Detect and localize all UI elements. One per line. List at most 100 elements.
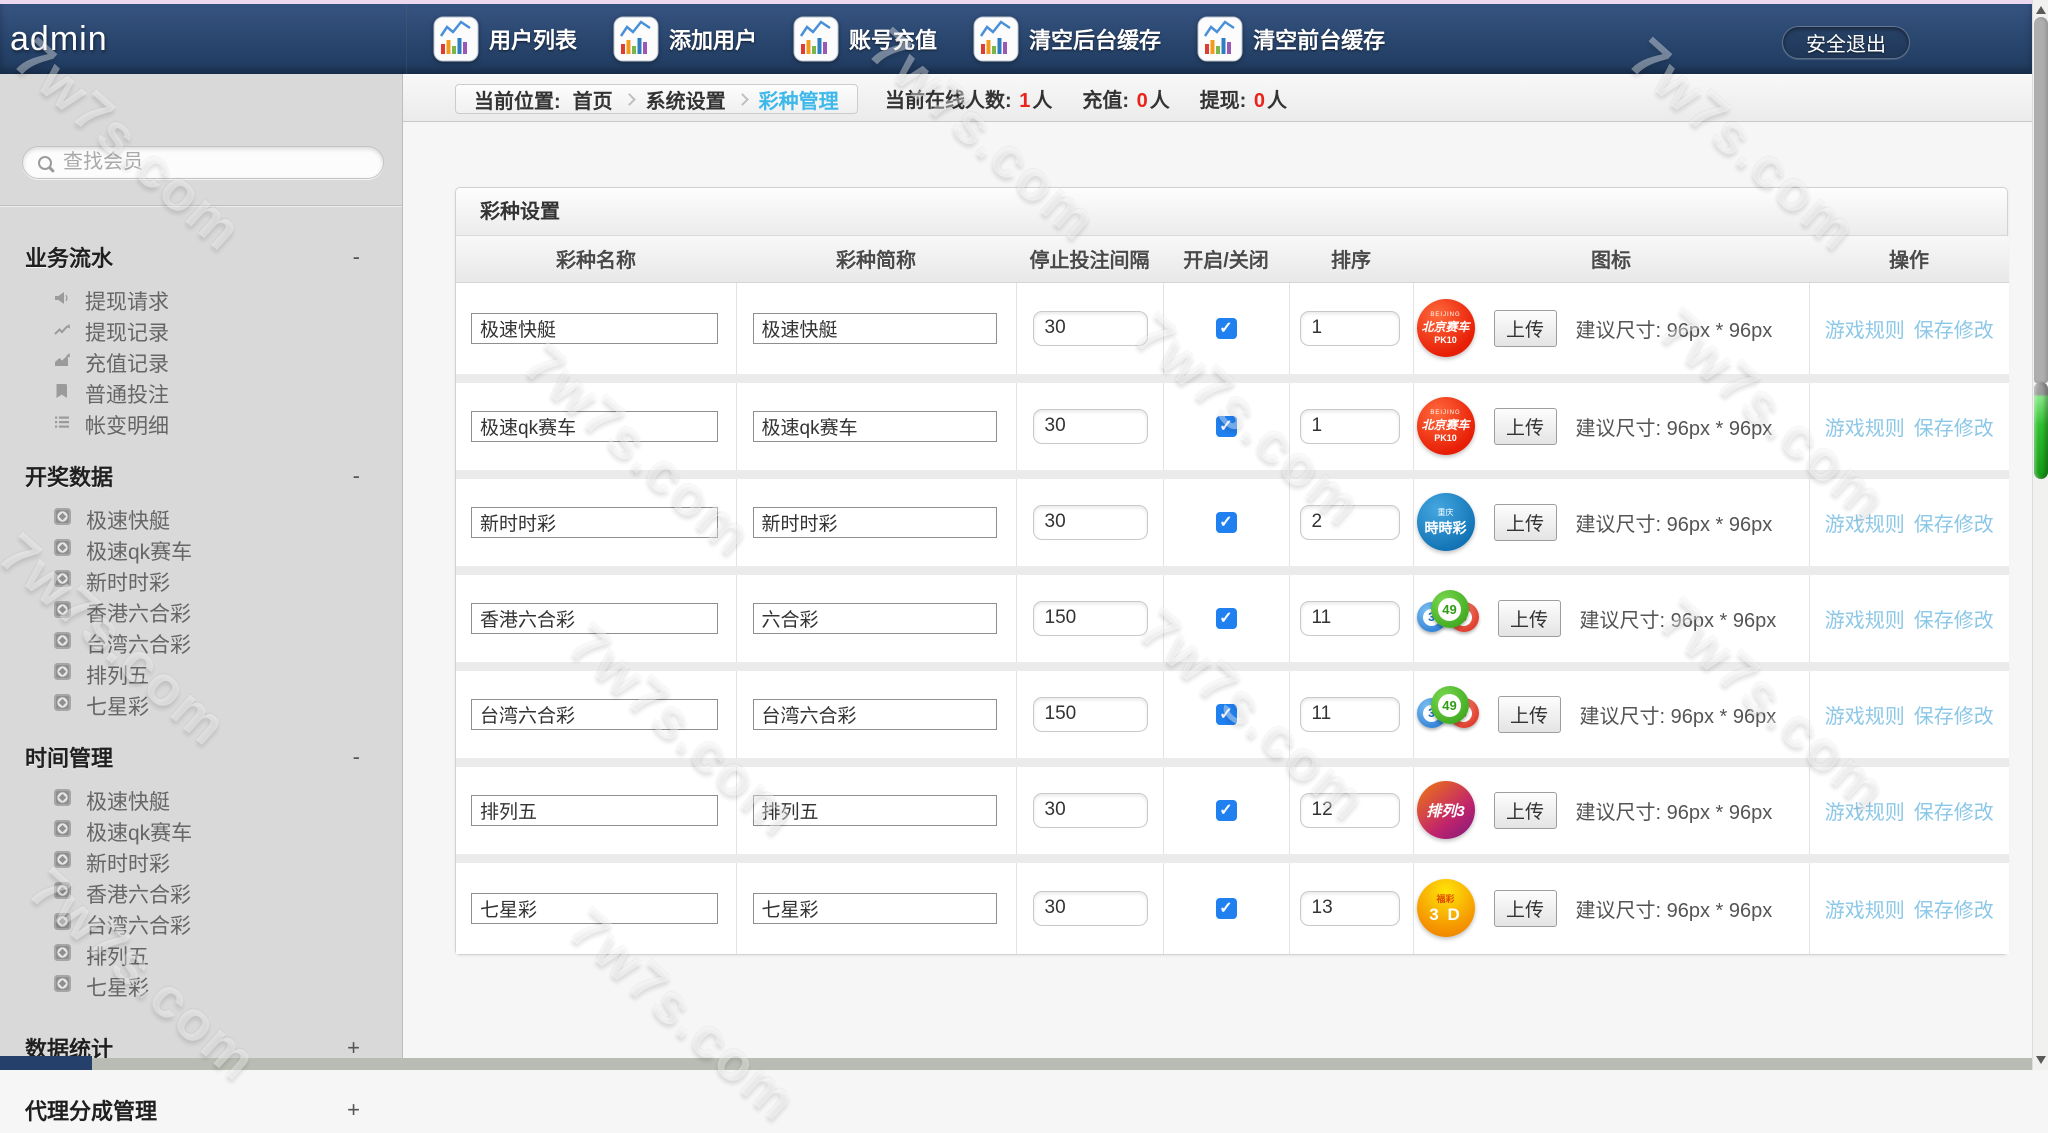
action-link[interactable]: 游戏规则 bbox=[1825, 508, 1905, 537]
action-link[interactable]: 保存修改 bbox=[1914, 796, 1994, 825]
enabled-checkbox[interactable]: ✓ bbox=[1215, 415, 1237, 437]
topnav-button[interactable]: 清空前台缓存 bbox=[1197, 16, 1385, 62]
enabled-checkbox[interactable]: ✓ bbox=[1215, 607, 1237, 629]
sidebar-item[interactable]: 新时时彩 bbox=[25, 847, 402, 878]
sidebar-item[interactable]: 提现请求 bbox=[25, 285, 402, 316]
page-scrollbar[interactable] bbox=[2032, 0, 2048, 1070]
lottery-shortname-input[interactable] bbox=[752, 410, 997, 442]
action-link[interactable]: 保存修改 bbox=[1914, 314, 1994, 343]
action-link[interactable]: 保存修改 bbox=[1914, 508, 1994, 537]
lottery-name-input[interactable] bbox=[471, 312, 718, 344]
enabled-checkbox[interactable]: ✓ bbox=[1215, 703, 1237, 725]
row-actions: 游戏规则 保存修改 bbox=[1810, 894, 2010, 923]
lottery-shortname-input[interactable] bbox=[752, 602, 997, 634]
sidebar-item[interactable]: 香港六合彩 bbox=[25, 597, 402, 628]
stop-interval-input[interactable] bbox=[1032, 310, 1148, 346]
sort-order-input[interactable] bbox=[1299, 600, 1400, 636]
sidebar-item-label: 普通投注 bbox=[85, 383, 169, 407]
upload-button[interactable]: 上传 bbox=[1493, 309, 1557, 347]
sidebar-item[interactable]: 极速快艇 bbox=[25, 785, 402, 816]
sidebar-item[interactable]: 七星彩 bbox=[25, 971, 402, 1002]
sidebar-item[interactable]: 新时时彩 bbox=[25, 566, 402, 597]
action-link[interactable]: 保存修改 bbox=[1914, 604, 1994, 633]
action-link[interactable]: 游戏规则 bbox=[1825, 412, 1905, 441]
upload-button[interactable]: 上传 bbox=[1493, 889, 1557, 927]
lottery-name-input[interactable] bbox=[471, 602, 718, 634]
sidebar-item[interactable]: 香港六合彩 bbox=[25, 878, 402, 909]
sidebar-item[interactable]: 排列五 bbox=[25, 940, 402, 971]
upload-button[interactable]: 上传 bbox=[1497, 599, 1561, 637]
search-input[interactable] bbox=[63, 151, 363, 174]
sidebar-section-header[interactable]: 业务流水 - bbox=[25, 241, 402, 273]
action-link[interactable]: 游戏规则 bbox=[1825, 796, 1905, 825]
scrollbar-up-arrow-icon[interactable] bbox=[2036, 6, 2046, 14]
scrollbar-down-arrow-icon[interactable] bbox=[2036, 1056, 2046, 1064]
stop-interval-input[interactable] bbox=[1032, 408, 1148, 444]
scrollbar-thumb[interactable] bbox=[2034, 17, 2048, 383]
enabled-checkbox[interactable]: ✓ bbox=[1215, 897, 1237, 919]
action-link[interactable]: 游戏规则 bbox=[1825, 604, 1905, 633]
lottery-shortname-input[interactable] bbox=[752, 312, 997, 344]
sidebar-section-header[interactable]: 代理分成管理 + bbox=[25, 1094, 402, 1126]
action-link[interactable]: 保存修改 bbox=[1914, 700, 1994, 729]
action-link[interactable]: 保存修改 bbox=[1914, 894, 1994, 923]
sidebar-item[interactable]: 帐变明细 bbox=[25, 409, 402, 440]
stop-interval-input[interactable] bbox=[1032, 600, 1148, 636]
sidebar-item[interactable]: 极速快艇 bbox=[25, 504, 402, 535]
upload-button[interactable]: 上传 bbox=[1493, 407, 1557, 445]
scrollbar-green-handle[interactable] bbox=[2034, 382, 2048, 479]
enabled-checkbox[interactable]: ✓ bbox=[1215, 317, 1237, 339]
table-row: ✓ 3498 上传 建议尺寸: 96px * 96px 游戏规则保存修改 bbox=[456, 570, 2009, 671]
breadcrumb: 当前位置: 首页 系统设置 彩种管理 bbox=[455, 84, 858, 114]
logout-button[interactable]: 安全退出 bbox=[1782, 26, 1910, 59]
row-actions: 游戏规则 保存修改 bbox=[1810, 796, 2010, 825]
breadcrumb-link[interactable]: 首页 bbox=[573, 85, 613, 114]
lottery-shortname-input[interactable] bbox=[752, 506, 997, 538]
action-link[interactable]: 游戏规则 bbox=[1825, 314, 1905, 343]
sidebar-item[interactable]: 极速qk赛车 bbox=[25, 535, 402, 566]
sort-order-input[interactable] bbox=[1299, 504, 1400, 540]
sidebar-item[interactable]: 充值记录 bbox=[25, 347, 402, 378]
upload-button[interactable]: 上传 bbox=[1493, 503, 1557, 541]
lottery-name-input[interactable] bbox=[471, 410, 718, 442]
sort-order-input[interactable] bbox=[1299, 310, 1400, 346]
upload-button[interactable]: 上传 bbox=[1493, 791, 1557, 829]
sort-order-input[interactable] bbox=[1299, 792, 1400, 828]
sort-order-input[interactable] bbox=[1299, 890, 1400, 926]
topnav-button[interactable]: 账号充值 bbox=[793, 16, 937, 62]
lottery-name-input[interactable] bbox=[471, 506, 718, 538]
sidebar-section-header[interactable]: 开奖数据 - bbox=[25, 460, 402, 492]
lottery-name-input[interactable] bbox=[471, 698, 718, 730]
lottery-shortname-input[interactable] bbox=[752, 698, 997, 730]
lottery-name-input[interactable] bbox=[471, 794, 718, 826]
table-header-row: 彩种名称 彩种简称 停止投注间隔 开启/关闭 排序 图标 操作 bbox=[456, 236, 2009, 283]
upload-button[interactable]: 上传 bbox=[1497, 695, 1561, 733]
action-link[interactable]: 游戏规则 bbox=[1825, 700, 1905, 729]
sidebar-item[interactable]: 七星彩 bbox=[25, 690, 402, 721]
breadcrumb-link[interactable]: 系统设置 bbox=[646, 85, 726, 114]
lottery-name-input[interactable] bbox=[471, 892, 718, 924]
stop-interval-input[interactable] bbox=[1032, 696, 1148, 732]
topnav-button[interactable]: 用户列表 bbox=[433, 16, 577, 62]
sidebar-item[interactable]: 台湾六合彩 bbox=[25, 909, 402, 940]
topnav-button[interactable]: 清空后台缓存 bbox=[973, 16, 1161, 62]
action-link[interactable]: 游戏规则 bbox=[1825, 894, 1905, 923]
stop-interval-input[interactable] bbox=[1032, 504, 1148, 540]
lottery-shortname-input[interactable] bbox=[752, 892, 997, 924]
sort-order-input[interactable] bbox=[1299, 696, 1400, 732]
sidebar-item[interactable]: 排列五 bbox=[25, 659, 402, 690]
action-link[interactable]: 保存修改 bbox=[1914, 412, 1994, 441]
sidebar-item[interactable]: 极速qk赛车 bbox=[25, 816, 402, 847]
stop-interval-input[interactable] bbox=[1032, 890, 1148, 926]
topnav-button[interactable]: 添加用户 bbox=[613, 16, 757, 62]
lottery-shortname-input[interactable] bbox=[752, 794, 997, 826]
stop-interval-input[interactable] bbox=[1032, 792, 1148, 828]
sort-order-input[interactable] bbox=[1299, 408, 1400, 444]
section-toggle-icon: - bbox=[352, 244, 360, 269]
enabled-checkbox[interactable]: ✓ bbox=[1215, 799, 1237, 821]
sidebar-item[interactable]: 台湾六合彩 bbox=[25, 628, 402, 659]
sidebar-item[interactable]: 提现记录 bbox=[25, 316, 402, 347]
enabled-checkbox[interactable]: ✓ bbox=[1215, 511, 1237, 533]
sidebar-item[interactable]: 普通投注 bbox=[25, 378, 402, 409]
sidebar-section-header[interactable]: 时间管理 - bbox=[25, 741, 402, 773]
